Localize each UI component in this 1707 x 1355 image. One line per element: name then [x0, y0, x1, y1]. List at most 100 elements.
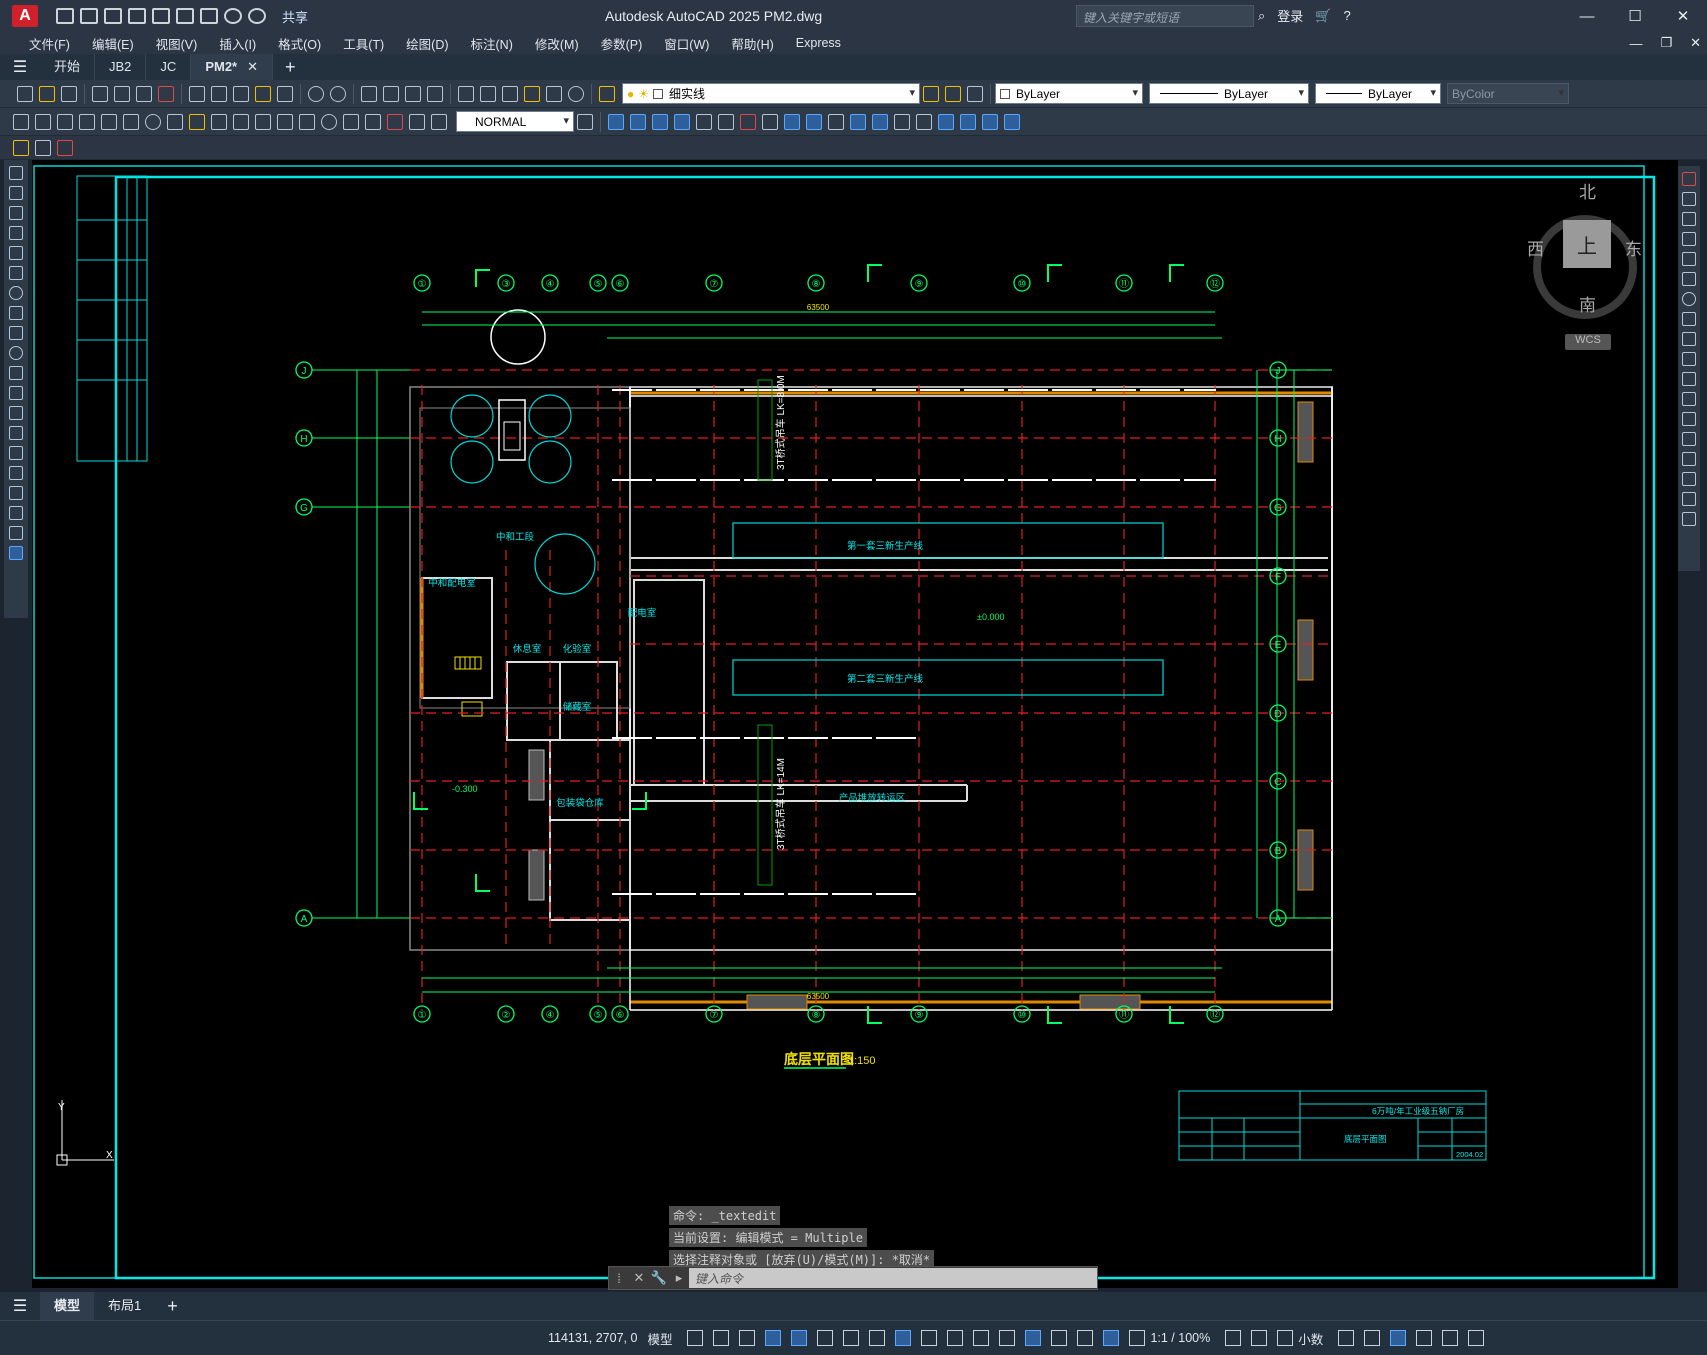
- login-button[interactable]: 登录: [1277, 6, 1303, 25]
- pdf-icon[interactable]: [158, 85, 174, 102]
- search-input[interactable]: 键入关键字或短语: [1076, 5, 1254, 27]
- menu-hamburger-icon[interactable]: ☰: [0, 57, 40, 77]
- angular-dim-icon[interactable]: [167, 113, 183, 130]
- arc-length-icon[interactable]: [57, 113, 73, 130]
- auto-scale-icon[interactable]: [1129, 1330, 1146, 1346]
- share-button[interactable]: 共享: [282, 7, 308, 26]
- close-icon[interactable]: ✕: [1659, 0, 1707, 32]
- trim-icon[interactable]: [1682, 352, 1696, 366]
- units-icon[interactable]: [1277, 1330, 1294, 1346]
- rectangle-icon[interactable]: [9, 246, 23, 260]
- imprint-icon[interactable]: [938, 113, 954, 130]
- new-layout-button[interactable]: +: [155, 1296, 190, 1317]
- menu-help[interactable]: 帮助(H): [720, 34, 784, 53]
- lock-ui-icon[interactable]: [1364, 1330, 1381, 1346]
- help-button[interactable]: ?: [1343, 8, 1350, 23]
- ordinate-dim-icon[interactable]: [79, 113, 95, 130]
- menu-parametric[interactable]: 参数(P): [590, 34, 654, 53]
- new-icon[interactable]: [56, 8, 74, 24]
- linetype-dropdown[interactable]: ByLayer: [1149, 83, 1309, 104]
- layer-properties-icon[interactable]: [599, 85, 615, 102]
- menu-modify[interactable]: 修改(M): [524, 34, 590, 53]
- jogged-dim-icon[interactable]: [123, 113, 139, 130]
- tolerance-icon[interactable]: [299, 113, 315, 130]
- tab-jb2[interactable]: JB2: [95, 54, 147, 80]
- dim-edit-icon[interactable]: [387, 113, 403, 130]
- dynamic-ucs-icon[interactable]: [1025, 1330, 1042, 1346]
- autocad-logo[interactable]: A: [12, 5, 38, 27]
- drawing-canvas[interactable]: 3T桥式吊车 LK=8.0M 3T桥式吊车 LK=14M 第一套三新生产线 第二…: [32, 160, 1678, 1288]
- dimstyle-manager-icon[interactable]: [577, 113, 593, 130]
- zoom-previous-icon[interactable]: [427, 85, 443, 102]
- 3d-osnap-icon[interactable]: [999, 1330, 1016, 1346]
- quick-select-icon[interactable]: [13, 139, 29, 156]
- calculator-icon[interactable]: [546, 85, 562, 102]
- save-icon[interactable]: [61, 85, 77, 102]
- extrude-faces-icon[interactable]: [696, 113, 712, 130]
- gradient-icon[interactable]: [9, 466, 23, 480]
- viewcube[interactable]: 上 北 南 东 西 WCS: [1527, 173, 1643, 350]
- shell-icon[interactable]: [850, 113, 866, 130]
- plot-icon[interactable]: [92, 85, 108, 102]
- annotation-scale[interactable]: 1:1 / 100%: [1150, 1331, 1210, 1345]
- fillet-icon[interactable]: [1682, 472, 1696, 486]
- copy-faces-icon[interactable]: [806, 113, 822, 130]
- doc-restore-icon[interactable]: ❐: [1660, 35, 1672, 51]
- new-tab-button[interactable]: +: [273, 57, 308, 78]
- grip-icon[interactable]: ⁞: [609, 1271, 629, 1286]
- copy-edges-icon[interactable]: [960, 113, 976, 130]
- rotate-icon[interactable]: [1682, 292, 1696, 306]
- explode-icon[interactable]: [1682, 512, 1696, 526]
- wcs-menu[interactable]: WCS: [1565, 334, 1611, 350]
- open-icon[interactable]: [39, 85, 55, 102]
- layout-list-icon[interactable]: ☰: [0, 1296, 40, 1316]
- customize-wrench-icon[interactable]: 🔧: [649, 1270, 669, 1286]
- offset-icon[interactable]: [1682, 232, 1696, 246]
- quick-dim-icon[interactable]: [189, 113, 205, 130]
- make-block-icon[interactable]: [9, 406, 23, 420]
- zoom-window-icon[interactable]: [405, 85, 421, 102]
- menu-format[interactable]: 格式(O): [267, 34, 332, 53]
- doc-close-icon[interactable]: ✕: [1690, 35, 1701, 51]
- open-icon[interactable]: [80, 8, 98, 24]
- clean-screen-icon[interactable]: [57, 139, 73, 156]
- doc-minimize-icon[interactable]: —: [1629, 36, 1642, 51]
- compass-east[interactable]: 东: [1625, 235, 1642, 260]
- annotation-visibility-icon[interactable]: [1103, 1330, 1120, 1346]
- help-icon[interactable]: [568, 85, 584, 102]
- compass-west[interactable]: 西: [1527, 235, 1544, 260]
- jogged-linear-icon[interactable]: [365, 113, 381, 130]
- ortho-icon[interactable]: [791, 1330, 808, 1346]
- ellipse-arc-icon[interactable]: [9, 366, 23, 380]
- close-tab-icon[interactable]: ✕: [247, 59, 258, 74]
- isolate-objects-icon[interactable]: [1390, 1330, 1407, 1346]
- properties-icon[interactable]: [458, 85, 474, 102]
- compass-north[interactable]: 北: [1579, 178, 1596, 203]
- linear-dim-icon[interactable]: [13, 113, 29, 130]
- spline-icon[interactable]: [9, 326, 23, 340]
- chamfer-icon[interactable]: [1682, 452, 1696, 466]
- ellipse-icon[interactable]: [9, 346, 23, 360]
- gizmo-icon[interactable]: [1077, 1330, 1094, 1346]
- stretch-icon[interactable]: [1682, 332, 1696, 346]
- polar-tracking-icon[interactable]: [817, 1330, 834, 1346]
- recent-commands-icon[interactable]: ▸: [669, 1270, 689, 1286]
- save-icon[interactable]: [104, 8, 122, 24]
- zoom-realtime-icon[interactable]: [383, 85, 399, 102]
- check-icon[interactable]: [916, 113, 932, 130]
- isometric-icon[interactable]: [843, 1330, 860, 1346]
- viewcube-top-face[interactable]: 上: [1563, 220, 1611, 268]
- maximize-icon[interactable]: ☐: [1611, 0, 1659, 32]
- compass-south[interactable]: 南: [1579, 291, 1596, 316]
- line-icon[interactable]: [9, 166, 23, 180]
- design-center-icon[interactable]: [480, 85, 496, 102]
- select-similar-icon[interactable]: [35, 139, 51, 156]
- menu-file[interactable]: 文件(F): [18, 34, 81, 53]
- selection-cycling-icon[interactable]: [973, 1330, 990, 1346]
- rotate-faces-icon[interactable]: [762, 113, 778, 130]
- undo-icon[interactable]: [224, 8, 242, 24]
- circle-icon[interactable]: [9, 286, 23, 300]
- menu-express[interactable]: Express: [785, 36, 852, 50]
- radius-dim-icon[interactable]: [101, 113, 117, 130]
- match-properties-icon[interactable]: [255, 85, 271, 102]
